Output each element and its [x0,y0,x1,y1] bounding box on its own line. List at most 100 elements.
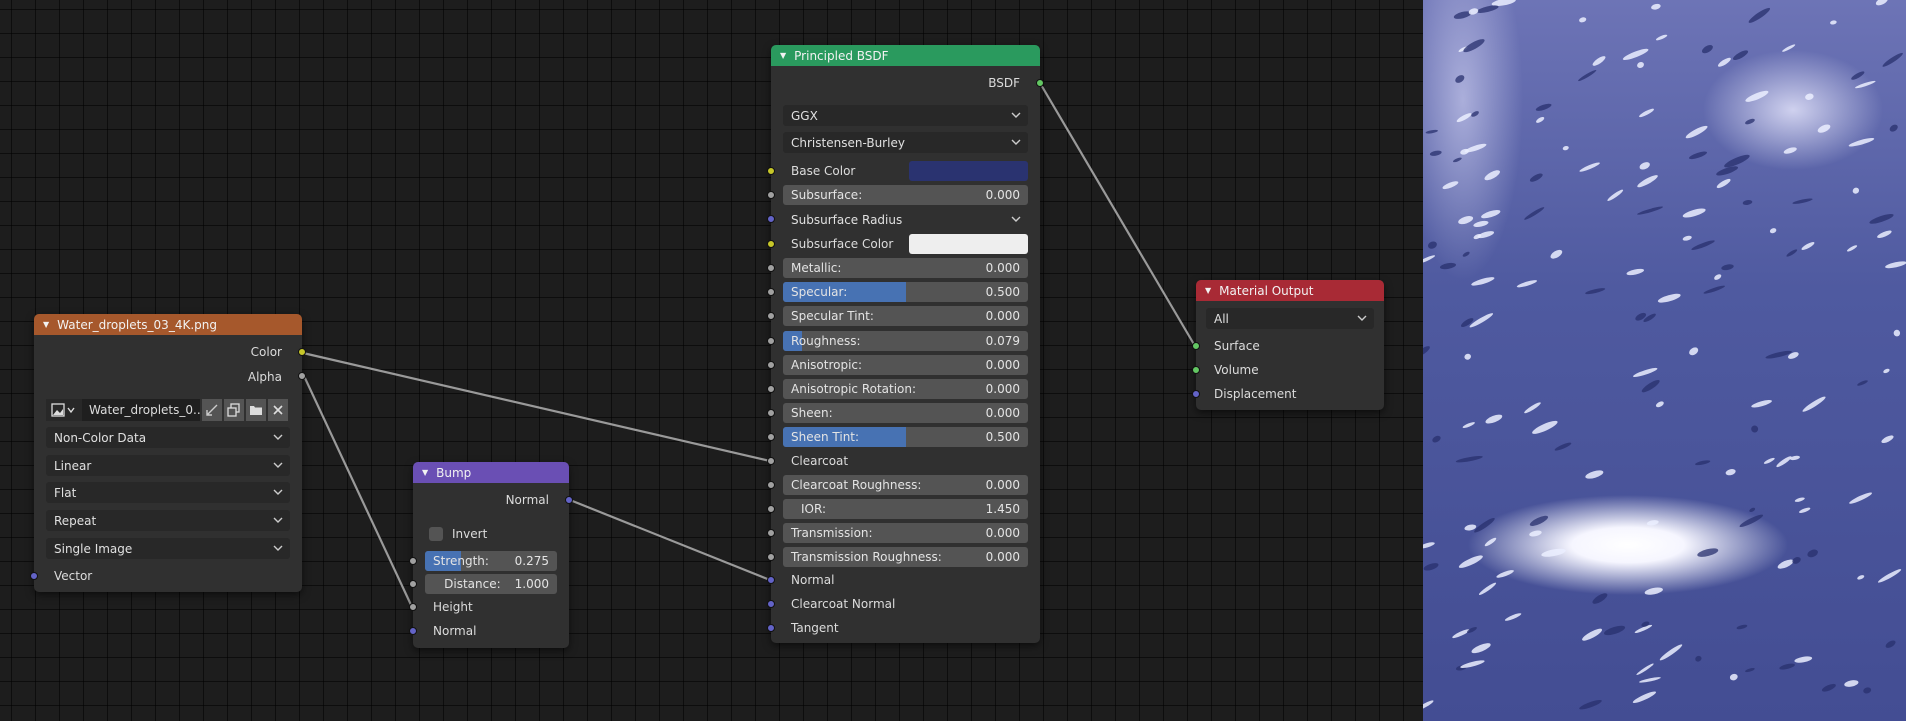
ior-field[interactable]: IOR: 1.450 [783,499,1028,519]
base-color-swatch[interactable] [909,161,1028,181]
socket-clearcoat-roughness-in[interactable] [767,481,775,489]
image-browse-button[interactable] [46,399,82,421]
strength-slider[interactable]: Strength: 0.275 [425,551,557,571]
droplet [1883,368,1890,374]
socket-distance-in[interactable] [409,580,417,588]
socket-normal-in[interactable] [767,576,775,584]
anisotropic-slider[interactable]: Anisotropic: 0.000 [783,355,1028,375]
droplet [1432,435,1441,443]
droplet [1854,80,1876,89]
projection-dropdown[interactable]: Flat [46,482,290,503]
image-name-field[interactable]: Water_droplets_0.. [82,399,201,421]
unlink-image-button[interactable] [268,399,288,421]
sheen-value: 0.000 [985,406,1020,420]
socket-clearcoat-in[interactable] [767,457,775,465]
subsurface-radius-dropdown[interactable]: Subsurface Radius [783,209,1028,230]
socket-subsurface-radius-in[interactable] [767,215,775,223]
socket-base-color-in[interactable] [767,167,775,175]
sheen-slider[interactable]: Sheen: 0.000 [783,403,1028,423]
image-node-header[interactable]: ▼ Water_droplets_03_4K.png [34,314,302,335]
render-viewport[interactable] [1423,0,1906,721]
sheen-tint-slider[interactable]: Sheen Tint: 0.500 [783,427,1028,447]
open-image-button[interactable] [246,399,266,421]
socket-metallic-in[interactable] [767,264,775,272]
droplet [1585,288,1606,295]
invert-checkbox[interactable] [429,527,443,541]
subsurface-slider[interactable]: Subsurface: 0.000 [783,185,1028,205]
socket-ior-in[interactable] [767,505,775,513]
socket-alpha-out[interactable] [298,372,306,380]
ior-value: 1.450 [985,502,1020,516]
droplet [1604,625,1626,636]
droplet [1801,242,1815,250]
chevron-down-icon [1011,216,1021,222]
socket-displacement-in[interactable] [1192,390,1200,398]
output-alpha-label: Alpha [247,370,282,384]
socket-height-in[interactable] [409,603,417,611]
socket-specular-in[interactable] [767,288,775,296]
subsurface-color-swatch[interactable] [909,234,1028,254]
droplet [1637,206,1664,215]
fake-user-button[interactable] [202,399,222,421]
transmission-roughness-slider[interactable]: Transmission Roughness: 0.000 [783,547,1028,567]
collapse-triangle-icon[interactable]: ▼ [780,51,786,60]
socket-subsurface-in[interactable] [767,191,775,199]
socket-specular-tint-in[interactable] [767,312,775,320]
socket-anisotropic-in[interactable] [767,361,775,369]
socket-color-out[interactable] [298,348,306,356]
droplet [1637,175,1658,188]
socket-clearcoat-normal-in[interactable] [767,600,775,608]
socket-bsdf-out[interactable] [1036,79,1044,87]
socket-roughness-in[interactable] [767,337,775,345]
socket-sheen-tint-in[interactable] [767,433,775,441]
subsurface-method-dropdown[interactable]: Christensen-Burley [783,132,1028,153]
socket-subsurface-color-in[interactable] [767,240,775,248]
image-icon [51,403,75,417]
socket-sheen-in[interactable] [767,409,775,417]
socket-transmission-in[interactable] [767,529,775,537]
node-editor[interactable]: ▼ Water_droplets_03_4K.png Color Alpha W… [0,0,1423,721]
socket-strength-in[interactable] [409,557,417,565]
source-dropdown[interactable]: Single Image [46,538,290,559]
socket-anisotropic-rotation-in[interactable] [767,385,775,393]
socket-normal-out[interactable] [565,496,573,504]
duplicate-image-button[interactable] [224,399,244,421]
roughness-slider[interactable]: Roughness: 0.079 [783,331,1028,351]
target-dropdown[interactable]: All [1206,308,1374,329]
droplet [1456,113,1472,123]
color-space-dropdown[interactable]: Non-Color Data [46,427,290,448]
droplet [1817,124,1831,133]
extension-dropdown[interactable]: Repeat [46,510,290,531]
socket-volume-in[interactable] [1192,366,1200,374]
droplet [1846,245,1858,252]
distribution-dropdown[interactable]: GGX [783,105,1028,126]
specular-slider[interactable]: Specular: 0.500 [783,282,1028,302]
droplet [1802,396,1826,412]
clearcoat-roughness-slider[interactable]: Clearcoat Roughness: 0.000 [783,475,1028,495]
specular-tint-slider[interactable]: Specular Tint: 0.000 [783,306,1028,326]
socket-tangent-in[interactable] [767,624,775,632]
socket-normal-in[interactable] [409,627,417,635]
collapse-triangle-icon[interactable]: ▼ [1205,286,1211,295]
bump-node[interactable]: ▼ Bump Normal Invert Strength: 0.275 Dis… [409,462,573,648]
interpolation-dropdown[interactable]: Linear [46,455,290,476]
anisotropic-rotation-slider[interactable]: Anisotropic Rotation: 0.000 [783,379,1028,399]
image-datablock-selector[interactable]: Water_droplets_0.. [46,399,288,421]
droplet [1776,456,1792,468]
droplet [1714,274,1722,280]
principled-bsdf-node[interactable]: ▼ Principled BSDF BSDF GGX Christensen-B… [767,45,1044,643]
bump-node-header[interactable]: ▼ Bump [413,462,569,483]
collapse-triangle-icon[interactable]: ▼ [43,320,49,329]
transmission-slider[interactable]: Transmission: 0.000 [783,523,1028,543]
socket-transmission-roughness-in[interactable] [767,553,775,561]
image-texture-node[interactable]: ▼ Water_droplets_03_4K.png Color Alpha W… [30,314,306,592]
socket-vector-in[interactable] [30,572,38,580]
clearcoat-label: Clearcoat [791,454,849,468]
distance-field[interactable]: Distance: 1.000 [425,574,557,594]
output-node-header[interactable]: ▼ Material Output [1196,280,1384,301]
metallic-slider[interactable]: Metallic: 0.000 [783,258,1028,278]
material-output-node[interactable]: ▼ Material Output All Surface Volume Dis… [1192,280,1384,410]
collapse-triangle-icon[interactable]: ▼ [422,468,428,477]
bsdf-node-header[interactable]: ▼ Principled BSDF [771,45,1040,66]
socket-surface-in[interactable] [1192,342,1200,350]
